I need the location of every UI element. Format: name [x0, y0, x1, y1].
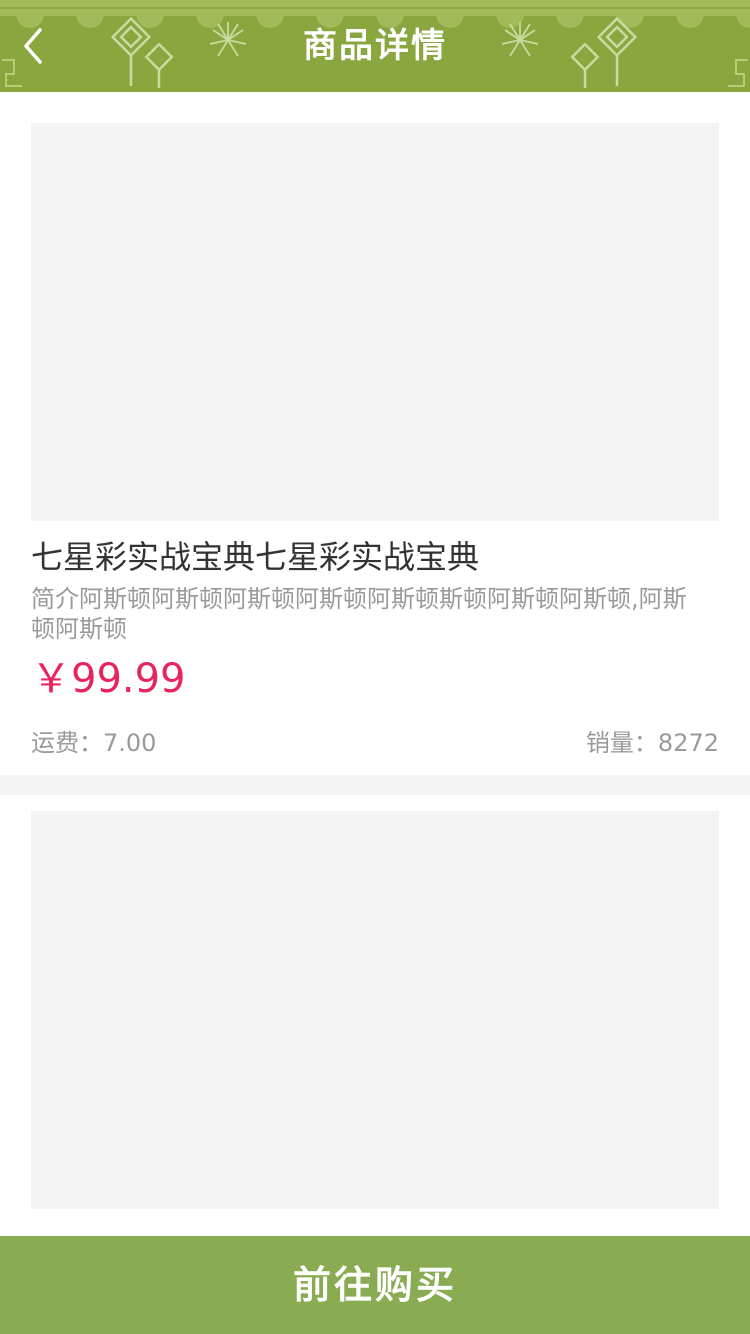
product-image-placeholder: [31, 123, 719, 521]
product-description: 简介阿斯顿阿斯顿阿斯顿阿斯顿阿斯顿斯顿阿斯顿阿斯顿,阿斯顿阿斯顿: [31, 585, 687, 643]
detail-image-placeholder: [31, 811, 719, 1209]
product-price: ￥99.99: [31, 656, 186, 702]
section-divider: [0, 775, 750, 795]
shipping-fee: 运费：7.00: [31, 729, 157, 757]
product-detail-section: [0, 795, 750, 1236]
sales-count: 销量：8272: [585, 729, 719, 757]
product-title: 七星彩实战宝典七星彩实战宝典: [31, 538, 480, 576]
go-buy-button[interactable]: 前往购买: [0, 1236, 750, 1334]
page-title: 商品详情: [303, 26, 447, 66]
product-card: 七星彩实战宝典七星彩实战宝典 简介阿斯顿阿斯顿阿斯顿阿斯顿阿斯顿斯顿阿斯顿阿斯顿…: [0, 92, 750, 775]
top-navigation-bar: 商品详情: [0, 0, 750, 92]
